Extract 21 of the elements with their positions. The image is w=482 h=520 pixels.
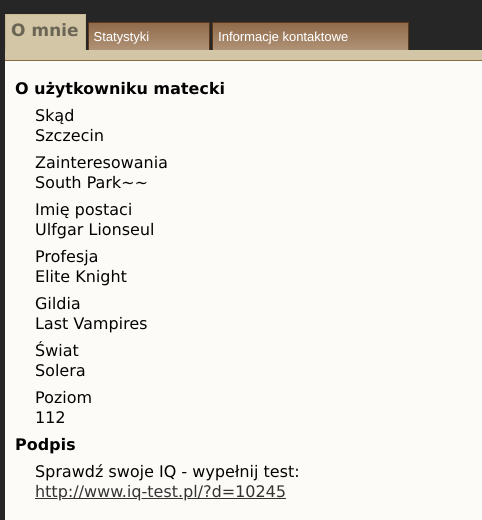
field-value: Ulfgar Lionseul (35, 220, 154, 240)
field-label: Skąd (35, 106, 74, 126)
tab[interactable]: Statystyki (88, 22, 210, 50)
field-value: Last Vampires (35, 314, 148, 334)
tab[interactable]: Informacje kontaktowe (212, 22, 410, 50)
field-label: Profesja (35, 247, 98, 267)
field-label: Świat (35, 341, 79, 361)
section-title: Podpis (15, 435, 77, 454)
signature-link[interactable]: http://www.iq-test.pl/?d=10245 (35, 482, 286, 501)
tab[interactable]: O mnie (5, 14, 86, 50)
field-value: Elite Knight (35, 267, 127, 287)
field-value: 112 (35, 408, 66, 428)
field-value: Szczecin (35, 126, 104, 146)
section-title: O użytkowniku matecki (15, 79, 226, 98)
field-label: Poziom (35, 388, 92, 408)
field-label: Zainteresowania (35, 153, 168, 173)
field-label: Gildia (35, 294, 81, 314)
field-label: Imię postaci (35, 200, 132, 220)
field-value: South Park~~ (35, 173, 148, 193)
field-value: Solera (35, 361, 86, 381)
signature-text: Sprawdź swoje IQ - wypełnij test: (35, 462, 300, 482)
